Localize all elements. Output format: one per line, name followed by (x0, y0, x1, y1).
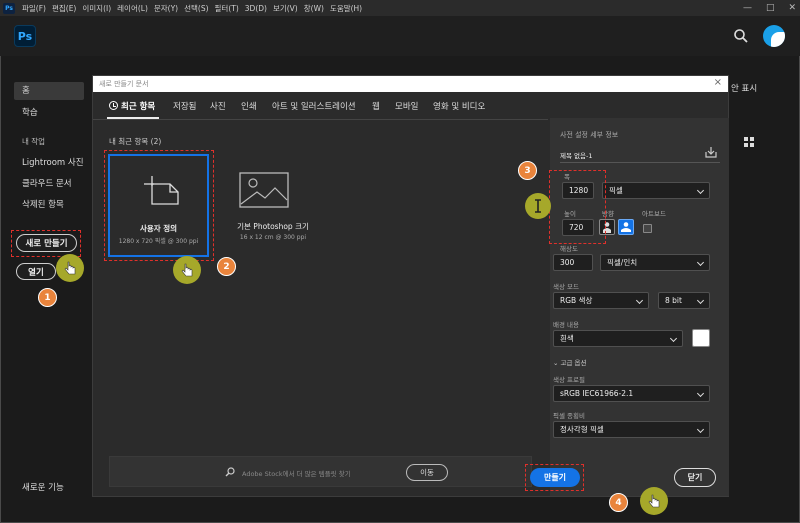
photoshop-logo: Ps (14, 25, 36, 47)
grid-view-icon[interactable] (744, 137, 754, 147)
advanced-options-toggle[interactable]: ⌄ 고급 옵션 (553, 357, 587, 367)
tab-film-video[interactable]: 영화 및 비디오 (433, 100, 485, 112)
stock-search-input[interactable]: Adobe Stock에서 더 많은 템플릿 찾기 (242, 468, 351, 478)
dialog-title: 새로 만들기 문서 (99, 80, 149, 88)
color-mode-label: 색상 모드 (553, 283, 579, 291)
preset-size: 1280 x 720 픽셀 @ 300 ppi (118, 238, 199, 245)
clock-icon (109, 101, 118, 110)
menu-layer[interactable]: 레이어(L) (114, 3, 151, 14)
text-cursor-pointer (525, 193, 551, 219)
background-dropdown[interactable]: 흰색 (553, 330, 683, 347)
menu-bar: Ps 파일(F) 편집(E) 이미지(I) 레이어(L) 문자(Y) 선택(S)… (0, 0, 800, 16)
resolution-label: 해상도 (560, 245, 578, 253)
unit-dropdown[interactable]: 픽셀 (602, 182, 710, 199)
menu-3d[interactable]: 3D(D) (242, 4, 270, 13)
artboard-label: 아트보드 (642, 210, 666, 218)
preset-card-default[interactable]: 기본 Photoshop 크기 16 x 12 cm @ 300 ppi (223, 154, 323, 257)
menu-file[interactable]: 파일(F) (19, 3, 49, 14)
tab-photo[interactable]: 사진 (210, 100, 226, 112)
preset-name: 기본 Photoshop 크기 (237, 222, 309, 231)
show-text[interactable]: 안 표시 (731, 82, 757, 94)
close-button[interactable]: 닫기 (674, 468, 716, 487)
step-badge-3: 3 (518, 161, 537, 180)
stock-search-bar: Adobe Stock에서 더 많은 템플릿 찾기 이동 (109, 456, 532, 487)
hand-cursor-icon (648, 494, 660, 508)
tab-divider (93, 119, 548, 120)
minimize-icon[interactable]: — (743, 3, 752, 13)
recent-label: 내 최근 항목 (2) (109, 137, 162, 146)
create-button[interactable]: 만들기 (530, 468, 580, 487)
new-button[interactable]: 새로 만들기 (16, 234, 77, 252)
app-header: Ps (0, 16, 800, 56)
color-profile-dropdown[interactable]: sRGB IEC61966-2.1 (553, 385, 710, 402)
menu-image[interactable]: 이미지(I) (79, 3, 114, 14)
bit-depth-dropdown[interactable]: 8 bit (658, 292, 710, 309)
pointer-2 (173, 256, 201, 284)
dialog-titlebar: 새로 만들기 문서 × (93, 76, 728, 92)
preset-size: 16 x 12 cm @ 300 ppi (239, 234, 307, 241)
step-badge-1: 1 (38, 288, 57, 307)
preset-tabs: 최근 항목 저장됨 사진 인쇄 아트 및 일러스트레이션 웹 모바일 영화 및 … (93, 92, 548, 118)
pixel-aspect-dropdown[interactable]: 정사각형 픽셀 (553, 421, 710, 438)
window-controls: — □ ✕ (743, 0, 796, 16)
open-button[interactable]: 열기 (16, 263, 56, 280)
pixel-aspect-label: 픽셀 종횡비 (553, 412, 585, 420)
menu-help[interactable]: 도움말(H) (327, 3, 365, 14)
ps-app-icon: Ps (3, 2, 15, 14)
sidebar-item-deleted[interactable]: 삭제된 항목 (22, 198, 64, 210)
resolution-input[interactable]: 300 (553, 254, 593, 271)
menu-view[interactable]: 보기(V) (270, 3, 301, 14)
image-icon (239, 172, 289, 208)
menu-edit[interactable]: 편집(E) (49, 3, 79, 14)
hand-cursor-icon (181, 263, 193, 277)
background-color-swatch[interactable] (692, 329, 710, 347)
sidebar-item-lightroom[interactable]: Lightroom 사진 (22, 156, 84, 168)
custom-document-icon (144, 176, 179, 205)
chevron-down-icon: ⌄ (553, 359, 559, 367)
step-badge-2: 2 (217, 257, 236, 276)
new-document-dialog: 새로 만들기 문서 × 최근 항목 저장됨 사진 인쇄 아트 및 일러스트레이션… (92, 75, 729, 497)
sidebar-item-home[interactable]: 홈 (14, 82, 84, 100)
tab-mobile[interactable]: 모바일 (395, 100, 418, 112)
landscape-icon (621, 222, 631, 232)
save-preset-icon[interactable] (705, 146, 717, 158)
sidebar-item-learn[interactable]: 학습 (22, 106, 38, 118)
step-badge-4: 4 (609, 493, 628, 512)
menu-type[interactable]: 문자(Y) (151, 3, 181, 14)
sidebar-item-cloud-docs[interactable]: 클라우드 문서 (22, 177, 72, 189)
maximize-icon[interactable]: □ (766, 3, 775, 13)
close-window-icon[interactable]: ✕ (788, 3, 796, 13)
search-icon[interactable] (733, 28, 749, 44)
hand-cursor-icon (64, 261, 76, 275)
doc-name-field[interactable]: 제목 없음-1 (560, 150, 592, 160)
highlight-dimensions (549, 170, 606, 244)
color-profile-label: 색상 프로필 (553, 376, 585, 384)
preset-name: 사용자 정의 (139, 224, 178, 233)
tab-art[interactable]: 아트 및 일러스트레이션 (272, 100, 356, 112)
artboard-checkbox[interactable] (643, 224, 652, 233)
panel-heading: 사전 설정 세부 정보 (560, 131, 619, 139)
menu-window[interactable]: 창(W) (301, 3, 327, 14)
menu-filter[interactable]: 필터(T) (212, 3, 242, 14)
stock-go-button[interactable]: 이동 (406, 464, 448, 481)
resolution-unit-dropdown[interactable]: 픽셀/인치 (600, 254, 710, 271)
sidebar-section-my-work: 내 작업 (22, 137, 46, 146)
preset-card-custom[interactable]: 사용자 정의 1280 x 720 픽셀 @ 300 ppi (108, 154, 209, 257)
text-cursor-icon (535, 199, 541, 213)
sidebar-item-whats-new[interactable]: 새로운 기능 (22, 481, 64, 493)
tab-print[interactable]: 인쇄 (241, 100, 257, 112)
panel-divider (560, 162, 720, 163)
color-mode-dropdown[interactable]: RGB 색상 (553, 292, 649, 309)
avatar[interactable] (763, 25, 785, 47)
pointer-1 (56, 254, 84, 282)
search-icon (225, 467, 235, 477)
tab-web[interactable]: 웹 (372, 100, 380, 112)
tab-recent[interactable]: 최근 항목 (109, 100, 155, 112)
dialog-close-icon[interactable]: × (714, 77, 722, 88)
landscape-button[interactable] (618, 219, 634, 235)
tab-saved[interactable]: 저장됨 (173, 100, 196, 112)
background-label: 배경 내용 (553, 321, 579, 329)
menu-select[interactable]: 선택(S) (181, 3, 211, 14)
pointer-4 (640, 487, 668, 515)
